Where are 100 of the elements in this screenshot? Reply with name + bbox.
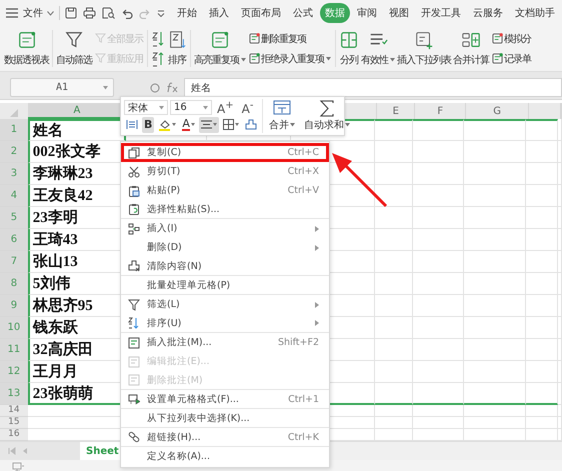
ribbon-button[interactable]: 排序 bbox=[166, 26, 188, 71]
sort-ascending-icon[interactable] bbox=[152, 30, 164, 46]
menu-item[interactable]: 选择性粘贴(S)... bbox=[121, 200, 329, 219]
font-size-button[interactable]: A$^{-}$ bbox=[238, 100, 256, 116]
submenu-arrow-icon bbox=[315, 226, 319, 232]
submenu-arrow-icon bbox=[315, 302, 319, 308]
table-icon bbox=[492, 33, 503, 44]
sort-descending-icon[interactable] bbox=[152, 50, 164, 66]
caret-icon bbox=[190, 123, 195, 126]
ribbon-button[interactable]: 自动筛选 bbox=[55, 26, 93, 71]
customize-caret-icon[interactable] bbox=[157, 10, 165, 16]
ribbon-small-button[interactable]: 拒绝录入重复项 bbox=[249, 52, 331, 66]
undo-icon[interactable] bbox=[121, 8, 133, 18]
pointer-arrow bbox=[332, 153, 390, 209]
ribbon-small-button[interactable]: 记录单 bbox=[492, 52, 531, 66]
ribbon-button[interactable]: 合并计算 bbox=[452, 26, 490, 71]
cell-format-icon bbox=[128, 393, 140, 405]
ribbon-tab[interactable]: 云服务 bbox=[468, 3, 508, 23]
table-icon bbox=[16, 30, 36, 50]
ribbon-button[interactable]: 插入下拉列表 bbox=[396, 26, 452, 71]
table-icon bbox=[249, 33, 260, 44]
blocks-icon bbox=[128, 222, 140, 234]
ribbon-tab[interactable]: 公式 bbox=[288, 3, 318, 23]
eraser-icon bbox=[244, 119, 257, 130]
ribbon-tab[interactable]: 开始 bbox=[172, 3, 202, 23]
row-number[interactable]: 14 bbox=[0, 405, 28, 417]
caret-icon bbox=[290, 123, 295, 127]
ribbon-tab[interactable]: 页面布局 bbox=[236, 3, 286, 23]
caret-icon bbox=[103, 86, 108, 90]
table-icon bbox=[210, 30, 230, 50]
filter-icon bbox=[95, 33, 106, 44]
submenu-arrow-icon bbox=[315, 244, 319, 250]
font-size-dropdown[interactable]: 16 bbox=[170, 100, 212, 115]
row-number[interactable]: 15 bbox=[0, 417, 28, 429]
merge-cells-icon bbox=[272, 100, 291, 115]
ribbon-tab[interactable]: 开发工具 bbox=[416, 3, 466, 23]
filter-icon bbox=[64, 30, 84, 50]
merge-button[interactable]: 合并 bbox=[266, 99, 298, 133]
ribbon-small-button[interactable]: 模拟分 bbox=[492, 32, 531, 46]
fill-color-icon bbox=[158, 118, 172, 130]
clipboard-icon bbox=[128, 203, 140, 215]
menu-item[interactable]: 批量处理单元格(P) bbox=[121, 276, 329, 295]
name-box[interactable]: A1 bbox=[10, 78, 114, 97]
ribbon-small-button[interactable]: 删除重复项 bbox=[249, 32, 331, 46]
caret-icon bbox=[203, 106, 208, 110]
save-icon[interactable] bbox=[65, 7, 77, 19]
ribbon-button[interactable]: 数据透视表 bbox=[3, 26, 50, 71]
columns-icon bbox=[339, 30, 359, 50]
clipboard-icon bbox=[128, 184, 140, 196]
menu-item[interactable]: 从下拉列表中选择(K)... bbox=[121, 409, 329, 428]
file-menu-button[interactable]: 文件 bbox=[21, 4, 56, 22]
submenu-arrow-icon bbox=[315, 320, 319, 326]
font-color-button[interactable]: A bbox=[180, 116, 197, 132]
filter-icon bbox=[95, 53, 106, 64]
caret-icon bbox=[212, 123, 217, 126]
print-preview-icon[interactable] bbox=[102, 7, 115, 19]
table-icon bbox=[249, 53, 260, 64]
formula-field[interactable]: 姓名 bbox=[184, 78, 562, 97]
sigma-icon bbox=[318, 100, 335, 117]
bold-button[interactable]: B bbox=[142, 116, 154, 132]
wrap-text-icon bbox=[126, 119, 138, 130]
caret-icon bbox=[390, 58, 395, 62]
function-icon[interactable] bbox=[166, 82, 178, 93]
caret-icon bbox=[234, 123, 239, 126]
sort-icon bbox=[128, 317, 140, 329]
ribbon-button[interactable]: 有效性 bbox=[360, 26, 396, 71]
copy-icon bbox=[128, 146, 140, 158]
table-icon bbox=[492, 53, 503, 64]
ribbon-tab[interactable]: 审阅 bbox=[352, 3, 382, 23]
align-icon bbox=[200, 120, 212, 129]
format-button[interactable] bbox=[220, 116, 241, 132]
menu-item[interactable]: 超链接(H)... Ctrl+K bbox=[121, 428, 329, 447]
ribbon-tab[interactable]: 文档助手 bbox=[510, 3, 560, 23]
caret-icon bbox=[47, 10, 54, 16]
menu-item[interactable]: 清除内容(N) bbox=[121, 257, 329, 276]
font-dropdown[interactable]: 宋体 bbox=[124, 100, 168, 115]
caret-icon bbox=[241, 58, 246, 62]
ribbon-tab[interactable]: 插入 bbox=[204, 3, 234, 23]
ribbon-button[interactable]: 高亮重复项 bbox=[193, 26, 247, 71]
menu-item[interactable]: 设置单元格格式(F)... Ctrl+1 bbox=[121, 390, 329, 409]
menu-item[interactable]: 排序(U) bbox=[121, 314, 329, 333]
zoom-icon[interactable] bbox=[150, 82, 160, 92]
ribbon-button[interactable]: 分列 bbox=[338, 26, 360, 71]
print-icon[interactable] bbox=[83, 7, 96, 19]
caret-icon bbox=[159, 106, 164, 110]
list-plus-icon bbox=[414, 30, 434, 50]
filter-icon bbox=[128, 298, 140, 310]
format-button[interactable] bbox=[198, 116, 219, 132]
autosum-button[interactable]: 自动求和 bbox=[300, 99, 353, 133]
grid-plus-icon bbox=[461, 30, 481, 50]
sort-icon bbox=[167, 30, 187, 50]
row-number[interactable]: 16 bbox=[0, 429, 28, 441]
scissors-icon bbox=[128, 166, 140, 178]
format-button[interactable] bbox=[242, 116, 259, 132]
note-icon bbox=[128, 374, 140, 386]
font-size-button[interactable]: A$^{+}$ bbox=[214, 100, 237, 116]
border-icon bbox=[222, 119, 234, 130]
ribbon-tab[interactable]: 视图 bbox=[384, 3, 414, 23]
menu-icon[interactable] bbox=[6, 8, 18, 18]
corner-triangle-icon bbox=[10, 109, 18, 117]
